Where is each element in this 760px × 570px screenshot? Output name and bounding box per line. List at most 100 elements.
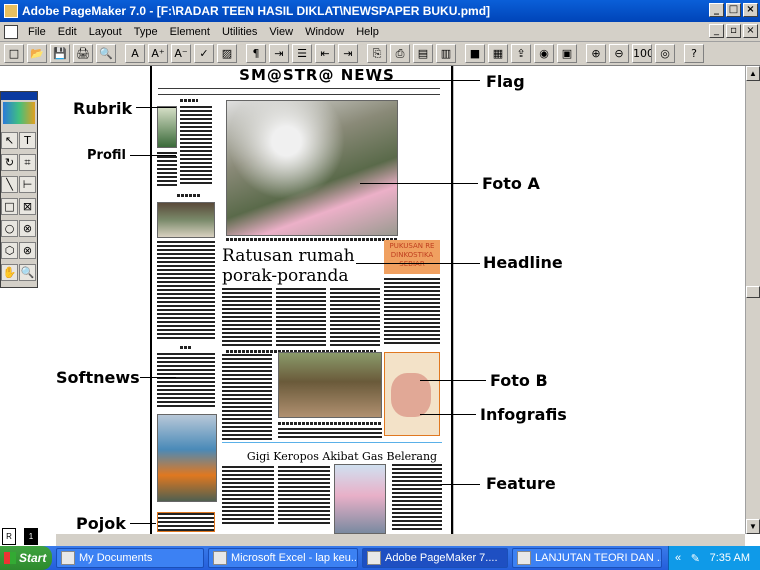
softnews-text[interactable]: [157, 353, 215, 409]
headline-col-1[interactable]: [222, 288, 272, 346]
tray-expand-icon[interactable]: «: [675, 552, 681, 564]
infobox-quote[interactable]: PUKUSAN RE DINKOSTIKA SEBIAR: [384, 240, 440, 274]
scroll-up-arrow-icon[interactable]: ▲: [746, 66, 760, 81]
feature-text-3[interactable]: [392, 464, 442, 532]
fill-icon[interactable]: ▨: [217, 44, 237, 63]
vertical-scroll-thumb[interactable]: [746, 286, 760, 298]
foto-b-text[interactable]: [278, 428, 382, 440]
pojok-box[interactable]: [157, 512, 215, 532]
tray-pen-icon[interactable]: ✎: [691, 552, 700, 565]
constrained-line-tool-icon[interactable]: ⊢: [19, 176, 36, 193]
maximize-button[interactable]: □: [726, 3, 741, 17]
font-A-icon[interactable]: A: [125, 44, 145, 63]
paste-icon[interactable]: ⎙: [390, 44, 410, 63]
left-column-text[interactable]: [157, 241, 215, 341]
minimize-button[interactable]: _: [709, 3, 724, 17]
doc-minimize-button[interactable]: _: [709, 24, 724, 38]
paragraph-icon[interactable]: ¶: [246, 44, 266, 63]
spellcheck-icon[interactable]: ✓: [194, 44, 214, 63]
profil-photo[interactable]: [157, 106, 177, 148]
new-icon[interactable]: □: [4, 44, 24, 63]
left-photo[interactable]: [157, 202, 215, 238]
color-icon[interactable]: ■: [465, 44, 485, 63]
menu-type[interactable]: Type: [128, 26, 164, 38]
menu-edit[interactable]: Edit: [52, 26, 83, 38]
toolbox-titlebar[interactable]: [1, 92, 37, 100]
vertical-scrollbar[interactable]: ▲ ▼: [745, 66, 760, 534]
doc-close-button[interactable]: ×: [743, 24, 758, 38]
menu-help[interactable]: Help: [350, 26, 385, 38]
help-icon[interactable]: ?: [684, 44, 704, 63]
headline-col-2[interactable]: [276, 288, 326, 346]
place-icon[interactable]: ▤: [413, 44, 433, 63]
rectangle-tool-icon[interactable]: □: [1, 198, 18, 215]
zoom-out-icon[interactable]: ⊖: [609, 44, 629, 63]
zoom-in-icon[interactable]: ⊕: [586, 44, 606, 63]
globe-icon[interactable]: ◉: [534, 44, 554, 63]
horizontal-scrollbar[interactable]: [56, 534, 745, 546]
fit-icon[interactable]: ◎: [655, 44, 675, 63]
story-icon[interactable]: ▥: [436, 44, 456, 63]
infografis-box[interactable]: [384, 352, 440, 436]
menu-utilities[interactable]: Utilities: [216, 26, 263, 38]
polygon-tool-icon[interactable]: ⬡: [1, 242, 18, 259]
image-icon[interactable]: ▦: [488, 44, 508, 63]
save-icon[interactable]: 💾: [50, 44, 70, 63]
feature-text-2[interactable]: [278, 466, 330, 526]
doc-restore-button[interactable]: ▫: [726, 24, 741, 38]
rectangle-frame-tool-icon[interactable]: ⊠: [19, 198, 36, 215]
right-column-text[interactable]: [384, 278, 440, 344]
indent-right-icon[interactable]: ⇥: [338, 44, 358, 63]
document-icon[interactable]: [4, 24, 18, 39]
task-word[interactable]: LANJUTAN TEORI DAN ...: [512, 548, 662, 568]
profil-text-2[interactable]: [157, 152, 177, 186]
master-page-icon[interactable]: R: [2, 528, 16, 545]
foto-a[interactable]: [226, 100, 398, 236]
crop-tool-icon[interactable]: ⌗: [19, 154, 36, 171]
pointer-tool-icon[interactable]: ↖: [1, 132, 18, 149]
newspaper-page[interactable]: SM@STR@ NEWS Ratusan rumah porak-poranda…: [150, 66, 454, 534]
headline-col-3[interactable]: [330, 288, 380, 346]
print-icon[interactable]: 🖨: [73, 44, 93, 63]
flag-title[interactable]: SM@STR@ NEWS: [222, 66, 412, 84]
feature-text-1[interactable]: [222, 466, 274, 526]
rotate-tool-icon[interactable]: ↻: [1, 154, 18, 171]
ellipse-tool-icon[interactable]: ○: [1, 220, 18, 237]
feature-col-1[interactable]: [222, 354, 272, 440]
pdf-icon[interactable]: ▣: [557, 44, 577, 63]
menu-file[interactable]: File: [22, 26, 52, 38]
polygon-frame-tool-icon[interactable]: ⊗: [19, 242, 36, 259]
ellipse-frame-tool-icon[interactable]: ⊗: [19, 220, 36, 237]
foto-b[interactable]: [278, 352, 382, 418]
bullets-icon[interactable]: ☰: [292, 44, 312, 63]
menu-element[interactable]: Element: [164, 26, 216, 38]
actual-size-icon[interactable]: 100: [632, 44, 652, 63]
close-button[interactable]: ×: [743, 3, 758, 17]
menu-window[interactable]: Window: [299, 26, 350, 38]
feature-title[interactable]: Gigi Keropos Akibat Gas Belerang: [232, 450, 452, 463]
task-excel[interactable]: Microsoft Excel - lap keu...: [208, 548, 358, 568]
task-pagemaker[interactable]: Adobe PageMaker 7....: [362, 548, 508, 568]
open-icon[interactable]: 📂: [27, 44, 47, 63]
find-icon[interactable]: 🔍: [96, 44, 116, 63]
font-smaller-icon[interactable]: A⁻: [171, 44, 191, 63]
headline-text[interactable]: Ratusan rumah porak-poranda: [222, 246, 382, 286]
export-icon[interactable]: ⇪: [511, 44, 531, 63]
line-tool-icon[interactable]: ╲: [1, 176, 18, 193]
menu-view[interactable]: View: [263, 26, 299, 38]
scroll-down-arrow-icon[interactable]: ▼: [746, 519, 760, 534]
page-1-icon[interactable]: 1: [24, 528, 38, 545]
copy-icon[interactable]: ⎘: [367, 44, 387, 63]
task-my-documents[interactable]: My Documents: [56, 548, 204, 568]
profil-text[interactable]: [180, 106, 212, 186]
indent-icon[interactable]: ⇥: [269, 44, 289, 63]
font-larger-icon[interactable]: A⁺: [148, 44, 168, 63]
zoom-tool-icon[interactable]: 🔍: [19, 264, 36, 281]
text-tool-icon[interactable]: T: [19, 132, 36, 149]
hand-tool-icon[interactable]: ✋: [1, 264, 18, 281]
feature-photo[interactable]: [334, 464, 386, 534]
menu-layout[interactable]: Layout: [83, 26, 128, 38]
outdent-icon[interactable]: ⇤: [315, 44, 335, 63]
left-bottom-photo[interactable]: [157, 414, 217, 502]
start-button[interactable]: Start: [0, 546, 52, 570]
